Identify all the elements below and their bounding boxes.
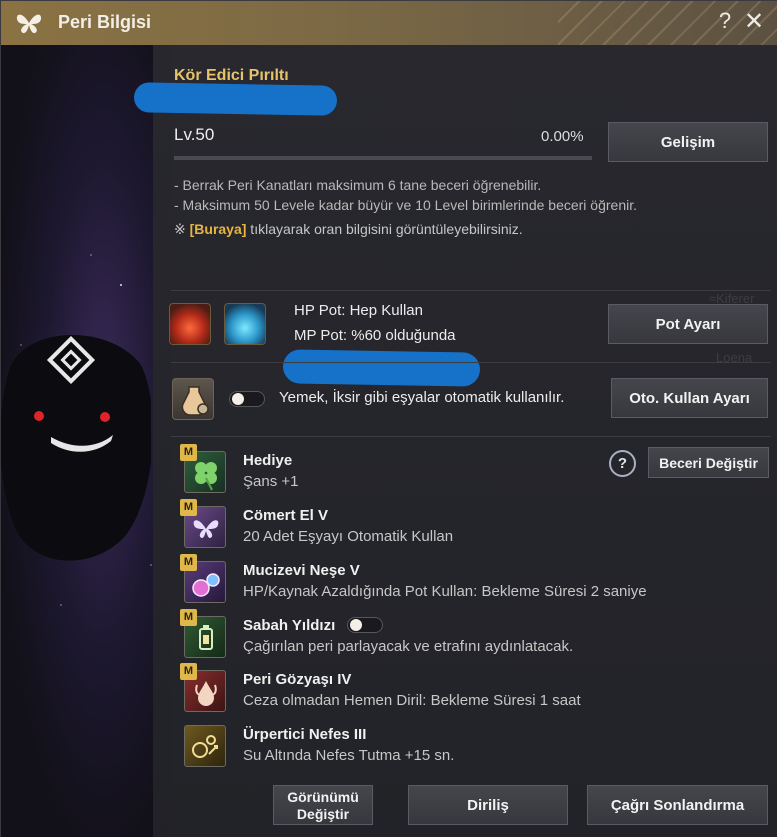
title-bar[interactable]: Peri Bilgisi ? ✕ xyxy=(1,1,777,45)
skill-help-icon[interactable]: ? xyxy=(609,450,636,477)
change-appearance-button[interactable]: Görünümü Değiştir xyxy=(273,785,373,825)
auto-use-settings-button[interactable]: Oto. Kullan Ayarı xyxy=(611,378,768,418)
button-label-line: Değiştir xyxy=(296,806,350,822)
change-skill-button[interactable]: Beceri Değiştir xyxy=(648,447,769,478)
revive-button[interactable]: Diriliş xyxy=(408,785,568,825)
window-title: Peri Bilgisi xyxy=(58,12,152,32)
fairy-info-window: Peri Bilgisi ? ✕ ≈Kiferer Loena Kör Edic xyxy=(0,0,777,837)
skill-description: Çağırılan peri parlayacak ve etrafını ay… xyxy=(243,638,574,655)
toggle-knob xyxy=(232,393,244,405)
button-label-line: Görünümü xyxy=(287,789,359,805)
skill-name: Hediye xyxy=(243,452,293,469)
info-line-1: - Berrak Peri Kanatları maksimum 6 tane … xyxy=(174,177,542,193)
note-text: tıklayarak oran bilgisini görüntüleyebil… xyxy=(246,221,523,237)
master-badge: M xyxy=(180,444,197,461)
morning-star-toggle[interactable] xyxy=(347,617,383,633)
hp-potion-icon xyxy=(169,303,211,345)
potion-settings-button[interactable]: Pot Ayarı xyxy=(608,304,768,344)
upgrade-button[interactable]: Gelişim xyxy=(608,122,768,162)
skill-name: Ürpertici Nefes III xyxy=(243,726,367,743)
info-panel xyxy=(153,45,777,837)
master-badge: M xyxy=(180,609,197,626)
redaction-mark xyxy=(282,349,481,387)
fairy-level: Lv.50 xyxy=(174,125,214,145)
divider xyxy=(171,436,771,437)
help-button[interactable]: ? xyxy=(714,8,736,36)
rate-info-note: ※ [Buraya] tıklayarak oran bilgisini gör… xyxy=(174,221,523,238)
skill-description: Ceza olmadan Hemen Diril: Bekleme Süresi… xyxy=(243,692,581,709)
rate-info-link[interactable]: [Buraya] xyxy=(190,221,247,237)
note-symbol: ※ xyxy=(174,221,190,237)
divider xyxy=(171,290,771,291)
toggle-knob xyxy=(350,619,362,631)
skill-name: Sabah Yıldızı xyxy=(243,617,336,634)
mp-potion-icon xyxy=(224,303,266,345)
auto-use-toggle[interactable] xyxy=(229,391,265,407)
hp-potion-setting: HP Pot: Hep Kullan xyxy=(294,302,423,319)
level-value: 50 xyxy=(195,125,215,144)
skill-name: Mucizevi Neşe V xyxy=(243,562,360,579)
skill-description: Şans +1 xyxy=(243,473,299,490)
auto-use-icon xyxy=(172,378,214,420)
skill-name: Cömert El V xyxy=(243,507,329,524)
skill-name: Peri Gözyaşı IV xyxy=(243,671,352,688)
xp-bar xyxy=(174,156,592,160)
skill-description: HP/Kaynak Azaldığında Pot Kullan: Beklem… xyxy=(243,583,647,600)
close-button[interactable]: ✕ xyxy=(742,8,766,36)
fairy-creature-image xyxy=(1,325,151,561)
mp-potion-setting: MP Pot: %60 olduğunda xyxy=(294,327,456,344)
master-badge: M xyxy=(180,663,197,680)
master-badge: M xyxy=(180,499,197,516)
divider xyxy=(171,362,771,363)
xp-percent: 0.00% xyxy=(541,128,584,145)
skill-description: Su Altında Nefes Tutma +15 sn. xyxy=(243,747,455,764)
redaction-mark xyxy=(133,82,338,116)
fairy-portrait xyxy=(1,45,171,837)
level-prefix: Lv. xyxy=(174,125,196,144)
auto-use-text: Yemek, İksir gibi eşyalar otomatik kulla… xyxy=(279,389,565,406)
master-badge: M xyxy=(180,554,197,571)
end-summon-button[interactable]: Çağrı Sonlandırma xyxy=(587,785,768,825)
breath-bubbles-icon xyxy=(184,725,226,767)
info-line-2: - Maksimum 50 Levele kadar büyür ve 10 L… xyxy=(174,197,637,213)
butterfly-icon xyxy=(16,14,42,34)
skill-description: 20 Adet Eşyayı Otomatik Kullan xyxy=(243,528,454,545)
